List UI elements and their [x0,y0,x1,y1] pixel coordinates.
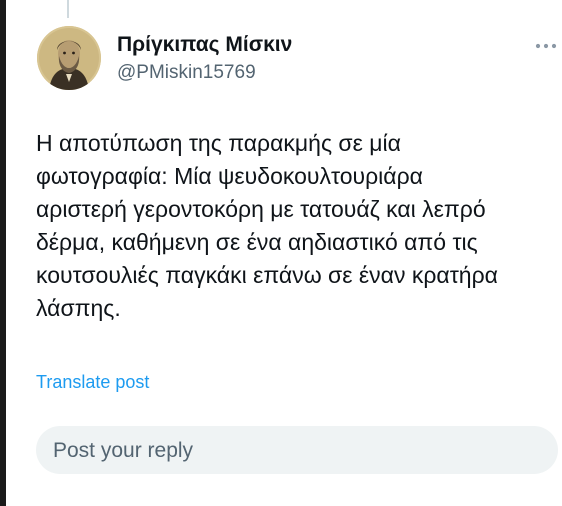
translate-post-link[interactable]: Translate post [36,372,149,393]
post-text: Η αποτύπωση της παρακμής σε μία φωτογραφ… [36,130,498,321]
avatar[interactable] [37,26,101,90]
reply-placeholder: Post your reply [53,439,194,462]
display-name[interactable]: Πρίγκιπας Μίσκιν [117,33,292,57]
more-horizontal-icon[interactable] [534,36,558,56]
user-handle[interactable]: @PMiskin15769 [117,62,256,84]
thread-connector-line [67,0,69,18]
reply-input[interactable]: Post your reply [36,426,558,474]
left-edge-bar [0,0,6,506]
